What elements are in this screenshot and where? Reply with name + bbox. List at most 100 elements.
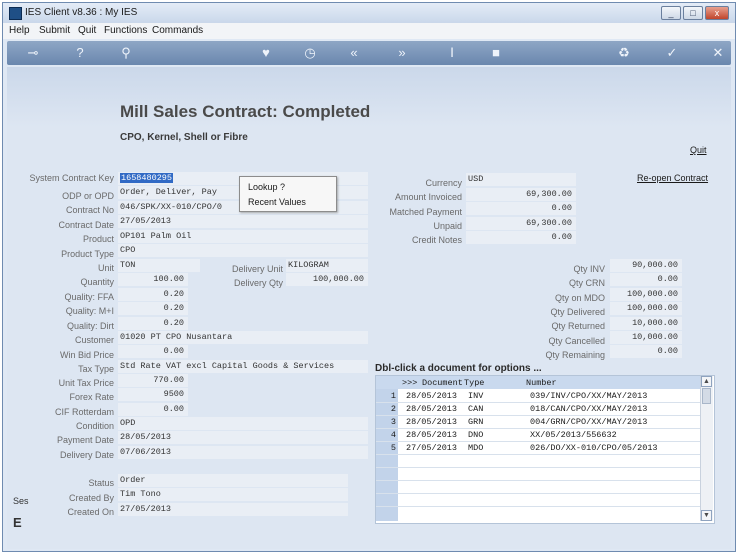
rewind-icon[interactable]: « xyxy=(345,45,363,61)
label-delivery-qty: Delivery Qty xyxy=(233,278,283,288)
grid-header-arrows[interactable]: >>> xyxy=(402,378,417,388)
delivery-unit-field[interactable]: KILOGRAM xyxy=(286,259,368,272)
amount-invoiced-field[interactable]: 69,300.00 xyxy=(466,188,576,201)
menu-commands[interactable]: Commands xyxy=(152,25,203,36)
label-qty-crn: Qty CRN xyxy=(569,278,605,288)
contract-date-field[interactable]: 27/05/2013 xyxy=(118,215,368,228)
search-icon[interactable]: ⚲ xyxy=(117,45,135,61)
qty-inv-field[interactable]: 90,000.00 xyxy=(610,259,682,272)
label-qty-cancelled: Qty Cancelled xyxy=(548,336,605,346)
currency-field[interactable]: USD xyxy=(466,173,576,186)
quality-dirt-field[interactable]: 0.20 xyxy=(118,317,188,330)
unpaid-field[interactable]: 69,300.00 xyxy=(466,217,576,230)
scroll-thumb[interactable] xyxy=(702,388,711,404)
label-contract-no: Contract No xyxy=(65,205,114,215)
scroll-down-icon[interactable]: ▼ xyxy=(701,510,712,521)
label-qty-inv: Qty INV xyxy=(573,264,605,274)
close-icon[interactable]: ✕ xyxy=(709,45,727,61)
qty-remaining-field[interactable]: 0.00 xyxy=(610,345,682,358)
forex-rate-field[interactable]: 9500 xyxy=(118,388,188,401)
side-clip-letter: E xyxy=(13,515,22,530)
label-status: Status xyxy=(88,478,114,488)
qty-on-mdo-field[interactable]: 100,000.00 xyxy=(610,288,682,301)
quality-ffa-field[interactable]: 0.20 xyxy=(118,288,188,301)
table-row[interactable]: 5 27/05/2013 MDO 026/DO/XX-010/CPO/05/20… xyxy=(376,441,700,455)
grid-header-document[interactable]: Document xyxy=(422,378,463,388)
table-row-empty xyxy=(376,467,700,481)
credit-notes-field[interactable]: 0.00 xyxy=(466,231,576,244)
grid-scrollbar[interactable]: ▲ ▼ xyxy=(700,376,713,521)
scroll-up-icon[interactable]: ▲ xyxy=(701,376,712,387)
menu-bar: Help Submit Quit Functions Commands xyxy=(3,23,735,39)
forward-icon[interactable]: » xyxy=(393,45,411,61)
stop-icon[interactable]: ■ xyxy=(487,45,505,61)
matched-payment-field[interactable]: 0.00 xyxy=(466,202,576,215)
table-row[interactable]: 3 28/05/2013 GRN 004/GRN/CPO/XX/MAY/2013 xyxy=(376,415,700,429)
table-row-empty xyxy=(376,454,700,468)
payment-date-field[interactable]: 28/05/2013 xyxy=(118,431,368,444)
heart-icon[interactable]: ♥ xyxy=(257,45,275,61)
label-qty-remaining: Qty Remaining xyxy=(545,350,605,360)
label-matched-payment: Matched Payment xyxy=(389,207,462,217)
grid-header: >>> Document Type Number xyxy=(376,376,700,389)
context-menu-lookup[interactable]: Lookup ? xyxy=(248,182,285,192)
text-cursor-icon[interactable]: Ⅰ xyxy=(443,45,461,61)
table-row[interactable]: 2 28/05/2013 CAN 018/CAN/CPO/XX/MAY/2013 xyxy=(376,402,700,416)
table-row[interactable]: 1 28/05/2013 INV 039/INV/CPO/XX/MAY/2013 xyxy=(376,389,700,403)
created-by-field[interactable]: Tim Tono xyxy=(118,488,348,501)
label-cif-rotterdam: CIF Rotterdam xyxy=(54,407,114,417)
product-type-field[interactable]: CPO xyxy=(118,244,368,257)
unit-tax-price-field[interactable]: 770.00 xyxy=(118,374,188,387)
documents-hint: Dbl-click a document for options ... xyxy=(375,363,542,374)
maximize-button[interactable]: □ xyxy=(683,6,703,20)
label-product-type: Product Type xyxy=(61,249,114,259)
product-field[interactable]: OP101 Palm Oil xyxy=(118,230,368,243)
key-icon[interactable]: ⊸ xyxy=(21,45,45,61)
label-amount-invoiced: Amount Invoiced xyxy=(394,192,462,202)
reopen-contract-link[interactable]: Re-open Contract xyxy=(637,173,708,183)
delivery-qty-field[interactable]: 100,000.00 xyxy=(286,273,368,286)
delivery-date-field[interactable]: 07/06/2013 xyxy=(118,446,368,459)
label-quality-dirt: Quality: Dirt xyxy=(66,321,114,331)
close-window-button[interactable]: x xyxy=(705,6,729,20)
status-field[interactable]: Order xyxy=(118,474,348,487)
win-bid-price-field[interactable]: 0.00 xyxy=(118,345,188,358)
grid-header-number[interactable]: Number xyxy=(526,378,557,388)
qty-delivered-field[interactable]: 100,000.00 xyxy=(610,302,682,315)
grid-header-type[interactable]: Type xyxy=(464,378,484,388)
context-menu: Lookup ? Recent Values xyxy=(239,176,337,212)
recycle-icon[interactable]: ♻ xyxy=(615,45,633,61)
documents-grid[interactable]: >>> Document Type Number 1 28/05/2013 IN… xyxy=(375,375,715,524)
menu-submit[interactable]: Submit xyxy=(39,25,70,36)
menu-help[interactable]: Help xyxy=(9,25,30,36)
context-menu-recent-values[interactable]: Recent Values xyxy=(248,197,306,207)
qty-cancelled-field[interactable]: 10,000.00 xyxy=(610,331,682,344)
table-row[interactable]: 4 28/05/2013 DNO XX/05/2013/556632 xyxy=(376,428,700,442)
qty-crn-field[interactable]: 0.00 xyxy=(610,273,682,286)
qty-returned-field[interactable]: 10,000.00 xyxy=(610,317,682,330)
created-on-field[interactable]: 27/05/2013 xyxy=(118,503,348,516)
minimize-button[interactable]: _ xyxy=(661,6,681,20)
condition-field[interactable]: OPD xyxy=(118,417,368,430)
side-clip-text: Ses xyxy=(13,496,29,506)
menu-quit[interactable]: Quit xyxy=(78,25,96,36)
label-quality-mi: Quality: M+I xyxy=(65,306,114,316)
label-forex-rate: Forex Rate xyxy=(69,392,114,402)
title-bar: IES Client v8.36 : My IES _ □ x xyxy=(3,3,735,23)
help-icon[interactable]: ? xyxy=(71,45,89,61)
ok-icon[interactable]: ✓ xyxy=(663,45,681,61)
label-system-contract-key: System Contract Key xyxy=(29,173,114,183)
label-payment-date: Payment Date xyxy=(56,435,114,445)
customer-field[interactable]: 01020 PT CPO Nusantara xyxy=(118,331,368,344)
quality-mi-field[interactable]: 0.20 xyxy=(118,302,188,315)
quit-link[interactable]: Quit xyxy=(690,145,707,155)
label-win-bid-price: Win Bid Price xyxy=(59,350,114,360)
clock-icon[interactable]: ◷ xyxy=(301,45,319,61)
label-qty-returned: Qty Returned xyxy=(551,321,605,331)
cif-rotterdam-field[interactable]: 0.00 xyxy=(118,403,188,416)
label-unit: Unit xyxy=(97,263,114,273)
label-quantity: Quantity xyxy=(80,277,114,287)
table-row-empty xyxy=(376,493,700,507)
menu-functions[interactable]: Functions xyxy=(104,25,147,36)
tax-type-field[interactable]: Std Rate VAT excl Capital Goods & Servic… xyxy=(118,360,368,373)
